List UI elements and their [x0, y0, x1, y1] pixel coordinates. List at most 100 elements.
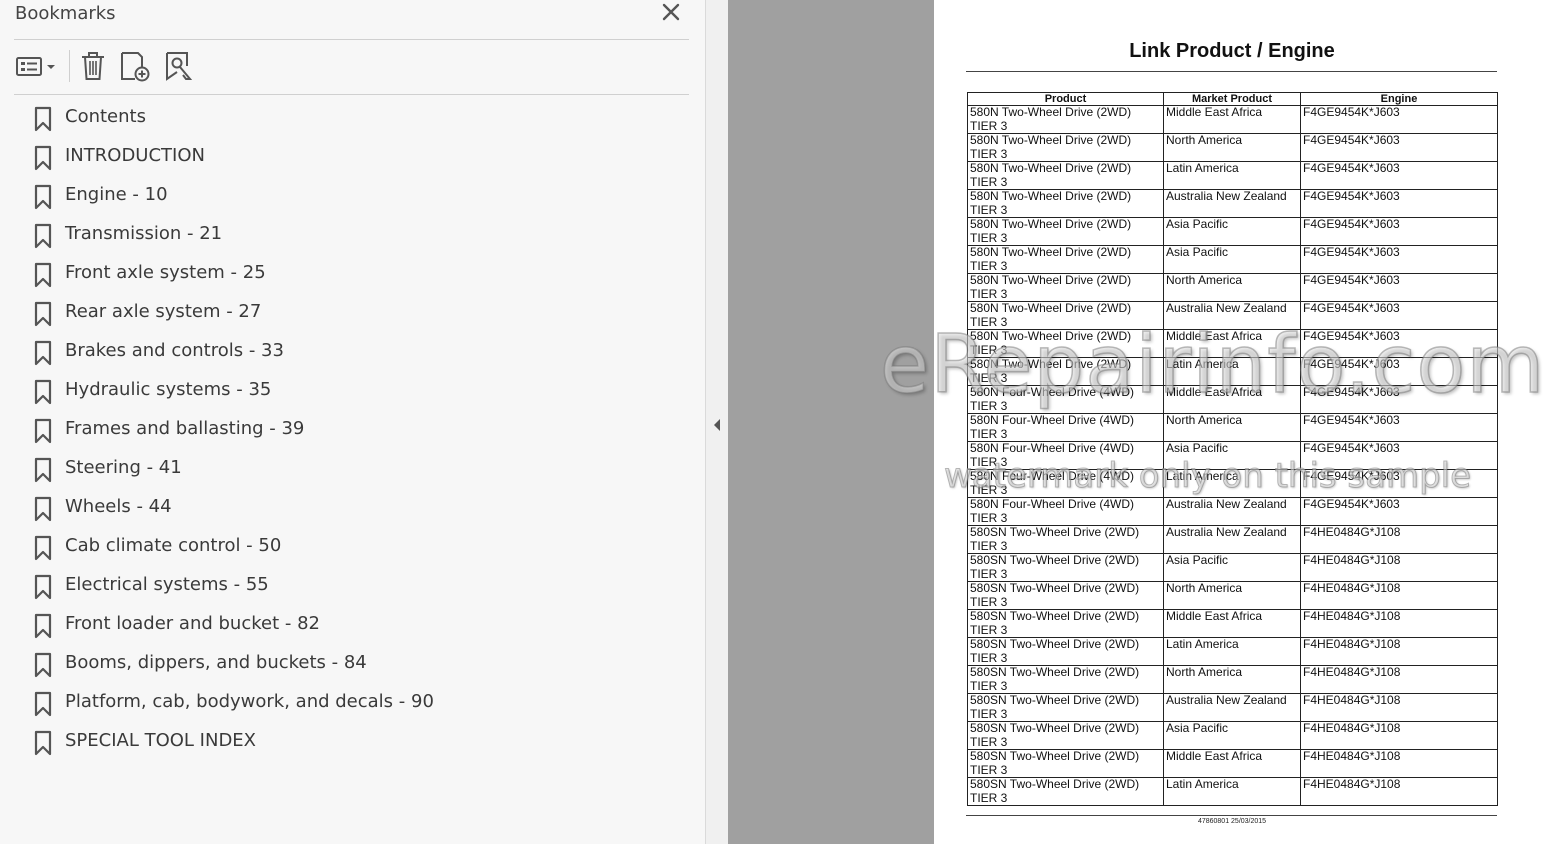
column-header-product: Product	[967, 92, 1164, 106]
product-cell: 580SN Two-Wheel Drive (2WD) TIER 3	[967, 665, 1164, 694]
table-row: 580SN Two-Wheel Drive (2WD) TIER 3 North …	[967, 581, 1498, 610]
table-row: 580N Two-Wheel Drive (2WD) TIER 3 Asia Pa…	[967, 217, 1498, 246]
market-cell: Australia New Zealand	[1163, 189, 1301, 218]
product-cell: 580N Two-Wheel Drive (2WD) TIER 3	[967, 105, 1164, 134]
add-bookmark-button[interactable]	[118, 48, 152, 82]
engine-cell: F4HE0484G*J108	[1300, 749, 1498, 778]
bookmark-item[interactable]: SPECIAL TOOL INDEX	[32, 724, 672, 760]
bookmark-label: Steering - 41	[65, 457, 182, 478]
product-cell: 580SN Two-Wheel Drive (2WD) TIER 3	[967, 525, 1164, 554]
engine-cell: F4HE0484G*J108	[1300, 777, 1498, 806]
bookmark-item[interactable]: Hydraulic systems - 35	[32, 373, 672, 409]
product-cell: 580N Two-Wheel Drive (2WD) TIER 3	[967, 273, 1164, 302]
close-icon	[662, 3, 680, 21]
market-cell: North America	[1163, 413, 1301, 442]
table-row: 580N Two-Wheel Drive (2WD) TIER 3 North A…	[967, 133, 1498, 162]
list-options-icon	[16, 57, 55, 76]
collapse-arrow-icon[interactable]	[712, 415, 722, 435]
bookmark-item[interactable]: Booms, dippers, and buckets - 84	[32, 646, 672, 682]
market-cell: Asia Pacific	[1163, 217, 1301, 246]
panel-title: Bookmarks	[15, 3, 116, 24]
table-row: 580SN Two-Wheel Drive (2WD) TIER 3 Asia P…	[967, 721, 1498, 750]
bookmark-icon	[34, 652, 52, 678]
engine-cell: F4GE9454K*J603	[1300, 217, 1498, 246]
product-cell: 580SN Two-Wheel Drive (2WD) TIER 3	[967, 777, 1164, 806]
page-footer: 47860801 25/03/2015	[1197, 818, 1267, 825]
product-cell: 580N Two-Wheel Drive (2WD) TIER 3	[967, 245, 1164, 274]
market-cell: Asia Pacific	[1163, 553, 1301, 582]
bookmark-item[interactable]: Transmission - 21	[32, 217, 672, 253]
market-cell: North America	[1163, 581, 1301, 610]
bookmark-icon	[34, 340, 52, 366]
bookmark-item[interactable]: Platform, cab, bodywork, and decals - 90	[32, 685, 672, 721]
product-cell: 580N Four-Wheel Drive (4WD) TIER 3	[967, 413, 1164, 442]
bookmark-icon	[34, 574, 52, 600]
table-row: 580N Two-Wheel Drive (2WD) TIER 3 Asia Pa…	[967, 245, 1498, 274]
table-header-row: Product Market Product Engine	[967, 92, 1498, 106]
watermark-main: eRepairinfo.com	[879, 317, 1544, 412]
bookmark-label: Rear axle system - 27	[65, 301, 262, 322]
market-cell: Australia New Zealand	[1163, 525, 1301, 554]
engine-cell: F4HE0484G*J108	[1300, 609, 1498, 638]
engine-cell: F4HE0484G*J108	[1300, 693, 1498, 722]
engine-cell: F4GE9454K*J603	[1300, 273, 1498, 302]
product-cell: 580SN Two-Wheel Drive (2WD) TIER 3	[967, 749, 1164, 778]
product-cell: 580N Two-Wheel Drive (2WD) TIER 3	[967, 189, 1164, 218]
table-row: 580N Two-Wheel Drive (2WD) TIER 3 North A…	[967, 273, 1498, 302]
engine-cell: F4HE0484G*J108	[1300, 525, 1498, 554]
column-header-market-product: Market Product	[1163, 92, 1301, 106]
bookmark-label: Hydraulic systems - 35	[65, 379, 272, 400]
new-bookmark-from-selection-button[interactable]	[162, 48, 196, 82]
table-row: 580SN Two-Wheel Drive (2WD) TIER 3 Asia P…	[967, 553, 1498, 582]
product-cell: 580SN Two-Wheel Drive (2WD) TIER 3	[967, 637, 1164, 666]
table-row: 580SN Two-Wheel Drive (2WD) TIER 3 Austra…	[967, 693, 1498, 722]
bookmark-item[interactable]: Frames and ballasting - 39	[32, 412, 672, 448]
delete-bookmark-button[interactable]	[78, 48, 108, 82]
bookmark-icon	[34, 379, 52, 405]
bookmark-item[interactable]: Front axle system - 25	[32, 256, 672, 292]
bookmark-item[interactable]: Wheels - 44	[32, 490, 672, 526]
table-row: 580SN Two-Wheel Drive (2WD) TIER 3 Latin …	[967, 777, 1498, 806]
bookmark-item[interactable]: Steering - 41	[32, 451, 672, 487]
bookmark-item[interactable]: Electrical systems - 55	[32, 568, 672, 604]
bookmark-label: SPECIAL TOOL INDEX	[65, 730, 257, 751]
product-cell: 580SN Two-Wheel Drive (2WD) TIER 3	[967, 553, 1164, 582]
toolbar-divider	[14, 94, 689, 95]
bookmark-label: Contents	[65, 106, 146, 127]
engine-cell: F4GE9454K*J603	[1300, 105, 1498, 134]
market-cell: Asia Pacific	[1163, 245, 1301, 274]
product-cell: 580N Two-Wheel Drive (2WD) TIER 3	[967, 133, 1164, 162]
title-rule	[966, 71, 1497, 72]
bookmark-item[interactable]: Engine - 10	[32, 178, 672, 214]
close-panel-button[interactable]	[658, 0, 684, 26]
bookmark-item[interactable]: INTRODUCTION	[32, 139, 672, 175]
engine-cell: F4GE9454K*J603	[1300, 133, 1498, 162]
engine-cell: F4HE0484G*J108	[1300, 553, 1498, 582]
market-cell: Middle East Africa	[1163, 105, 1301, 134]
market-cell: Middle East Africa	[1163, 749, 1301, 778]
bookmark-item[interactable]: Brakes and controls - 33	[32, 334, 672, 370]
bookmark-label: INTRODUCTION	[65, 145, 205, 166]
bookmark-item[interactable]: Rear axle system - 27	[32, 295, 672, 331]
table-row: 580SN Two-Wheel Drive (2WD) TIER 3 Middle…	[967, 749, 1498, 778]
panel-splitter[interactable]	[705, 0, 728, 844]
table-row: 580SN Two-Wheel Drive (2WD) TIER 3 Austra…	[967, 525, 1498, 554]
column-header-engine: Engine	[1300, 92, 1498, 106]
bookmark-item[interactable]: Cab climate control - 50	[32, 529, 672, 565]
bookmark-label: Booms, dippers, and buckets - 84	[65, 652, 367, 673]
options-menu-button[interactable]	[14, 48, 58, 82]
bookmark-item[interactable]: Front loader and bucket - 82	[32, 607, 672, 643]
bookmark-icon	[34, 535, 52, 561]
bookmark-item[interactable]: Contents	[32, 100, 672, 136]
footer-rule	[966, 815, 1497, 816]
engine-cell: F4HE0484G*J108	[1300, 637, 1498, 666]
engine-cell: F4GE9454K*J603	[1300, 245, 1498, 274]
market-cell: Australia New Zealand	[1163, 693, 1301, 722]
bookmark-label: Brakes and controls - 33	[65, 340, 284, 361]
market-cell: Latin America	[1163, 161, 1301, 190]
product-cell: 580N Four-Wheel Drive (4WD) TIER 3	[967, 497, 1164, 526]
pdf-page: Link Product / Engine Product Market Pro…	[934, 0, 1544, 844]
table-row: 580N Two-Wheel Drive (2WD) TIER 3 Latin A…	[967, 161, 1498, 190]
bookmark-icon	[34, 301, 52, 327]
product-cell: 580SN Two-Wheel Drive (2WD) TIER 3	[967, 581, 1164, 610]
